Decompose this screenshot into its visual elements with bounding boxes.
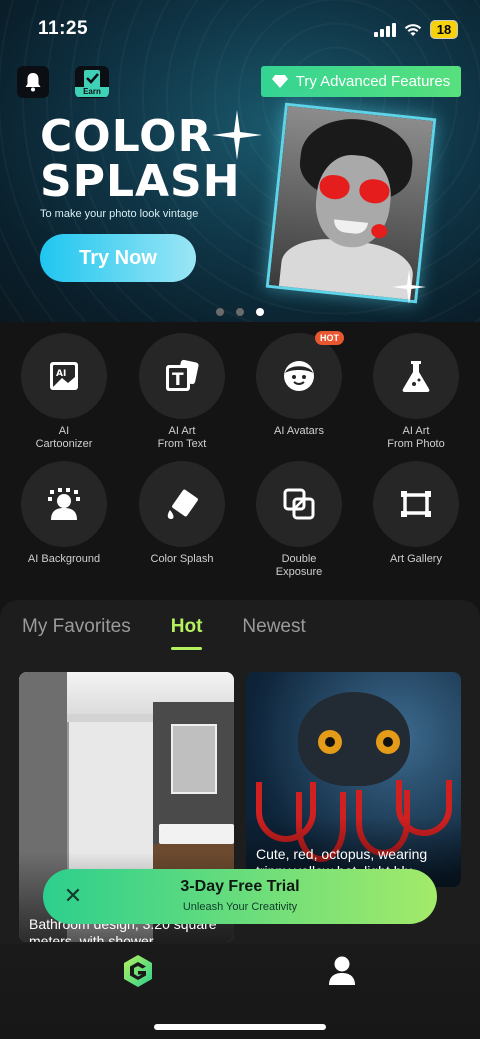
feed-card-octopus[interactable]: Cute, red, octopus, wearing trippy yello… bbox=[246, 672, 461, 887]
tool-label: Double Exposure bbox=[275, 553, 323, 578]
paint-bucket-icon bbox=[167, 489, 198, 519]
try-now-button[interactable]: Try Now bbox=[40, 234, 196, 282]
banner-subtitle: To make your photo look vintage bbox=[40, 208, 199, 220]
tool-label: AI Avatars bbox=[274, 425, 324, 437]
earn-button[interactable]: Earn bbox=[75, 66, 109, 98]
flask-icon bbox=[402, 361, 430, 392]
tool-double-exposure[interactable]: Double Exposure bbox=[240, 461, 358, 579]
trial-title: 3-Day Free Trial bbox=[180, 878, 300, 895]
status-bar: 11:25 18 bbox=[0, 0, 480, 56]
banner-title: COLOR SPLASH bbox=[40, 111, 241, 207]
home-logo-icon[interactable] bbox=[121, 954, 155, 988]
bottom-navigation bbox=[0, 944, 480, 1039]
earn-label: Earn bbox=[75, 87, 109, 97]
cellular-signal-icon bbox=[374, 22, 396, 37]
hot-badge: HOT bbox=[315, 331, 344, 345]
sparkle-icon bbox=[212, 110, 262, 160]
tool-ai-avatars[interactable]: HOT AI Avatars bbox=[240, 331, 358, 438]
free-trial-banner[interactable]: ✕ 3-Day Free Trial Unleash Your Creativi… bbox=[43, 869, 437, 924]
tool-label: AI Art From Text bbox=[157, 425, 207, 450]
tools-grid: AI AI Cartoonizer T AI Art From Text HOT… bbox=[0, 322, 480, 602]
avatar-face-icon bbox=[284, 361, 314, 391]
double-square-icon bbox=[283, 488, 315, 520]
tool-art-gallery[interactable]: Art Gallery bbox=[357, 461, 475, 566]
tool-label: AI Cartoonizer bbox=[35, 425, 93, 450]
page-dot-active[interactable] bbox=[256, 308, 264, 316]
tool-ai-cartoonizer[interactable]: AI AI Cartoonizer bbox=[5, 333, 123, 451]
profile-icon[interactable] bbox=[328, 956, 356, 986]
tab-my-favorites[interactable]: My Favorites bbox=[22, 616, 131, 638]
tool-ai-art-from-text[interactable]: T AI Art From Text bbox=[123, 333, 241, 451]
tool-color-splash[interactable]: Color Splash bbox=[123, 461, 241, 566]
ai-image-icon: AI bbox=[50, 362, 78, 390]
tool-label: AI Background bbox=[27, 553, 101, 565]
page-dot[interactable] bbox=[216, 308, 224, 316]
battery-indicator: 18 bbox=[430, 20, 458, 39]
notification-button[interactable] bbox=[17, 66, 49, 98]
status-icons: 18 bbox=[374, 20, 458, 39]
try-advanced-label: Try Advanced Features bbox=[295, 73, 451, 90]
tool-label: Color Splash bbox=[150, 553, 214, 565]
banner-pagination[interactable] bbox=[216, 308, 264, 316]
diamond-icon bbox=[271, 75, 288, 88]
frame-icon bbox=[401, 491, 431, 517]
hero-banner[interactable]: 11:25 18 Earn Try Advanced Features COLO… bbox=[0, 0, 480, 322]
trial-subtitle: Unleash Your Creativity bbox=[182, 901, 298, 913]
tool-label: AI Art From Photo bbox=[387, 425, 445, 450]
svg-text:AI: AI bbox=[56, 369, 66, 379]
wifi-icon bbox=[404, 23, 422, 36]
feed-tabs: My Favorites Hot Newest bbox=[22, 616, 306, 650]
status-time: 11:25 bbox=[38, 18, 89, 39]
tab-hot[interactable]: Hot bbox=[170, 616, 202, 650]
bell-icon bbox=[25, 73, 41, 92]
sparkle-small-icon bbox=[392, 270, 426, 304]
try-advanced-features-button[interactable]: Try Advanced Features bbox=[261, 66, 461, 97]
tab-newest[interactable]: Newest bbox=[242, 616, 305, 638]
svg-text:T: T bbox=[172, 370, 184, 390]
tool-ai-art-from-photo[interactable]: AI Art From Photo bbox=[357, 333, 475, 451]
text-art-icon: T bbox=[166, 359, 199, 391]
tool-label: Art Gallery bbox=[390, 553, 442, 565]
page-dot[interactable] bbox=[236, 308, 244, 316]
person-background-icon bbox=[48, 488, 80, 520]
tool-ai-background[interactable]: AI Background bbox=[5, 461, 123, 566]
home-indicator bbox=[154, 1024, 326, 1030]
